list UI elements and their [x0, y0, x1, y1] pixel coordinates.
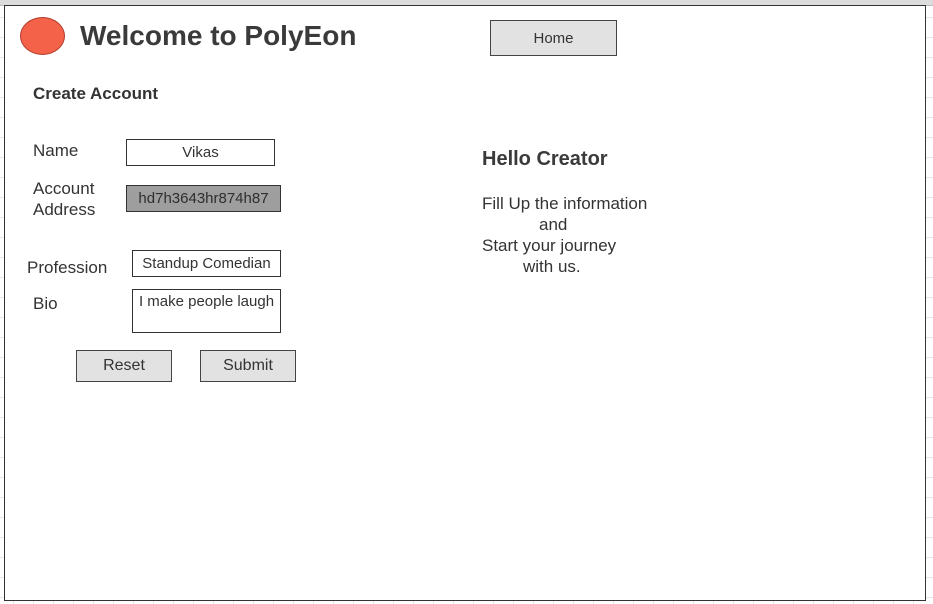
hello-creator-heading: Hello Creator [482, 148, 608, 170]
home-button[interactable]: Home [490, 20, 617, 56]
account-address-label: Account Address [33, 179, 96, 219]
info-line: and [539, 215, 568, 234]
logo-circle [20, 17, 65, 55]
app-window: Welcome to PolyEon Home Create Account N… [4, 5, 926, 601]
submit-button[interactable]: Submit [200, 350, 296, 382]
profession-label: Profession [27, 258, 108, 277]
bio-field[interactable]: I make people laugh [132, 289, 281, 333]
reset-button[interactable]: Reset [76, 350, 172, 382]
account-address-field[interactable] [126, 185, 281, 212]
info-line: Start your journey [482, 236, 617, 255]
info-line: Fill Up the information [482, 194, 648, 213]
section-title-create-account: Create Account [33, 84, 159, 103]
info-text: Fill Up the information and Start your j… [482, 193, 647, 277]
page-title: Welcome to PolyEon [80, 20, 357, 51]
bio-label: Bio [33, 294, 58, 313]
profession-field[interactable] [132, 250, 281, 277]
info-line: with us. [523, 257, 581, 276]
name-field[interactable] [126, 139, 275, 166]
name-label: Name [33, 141, 79, 160]
